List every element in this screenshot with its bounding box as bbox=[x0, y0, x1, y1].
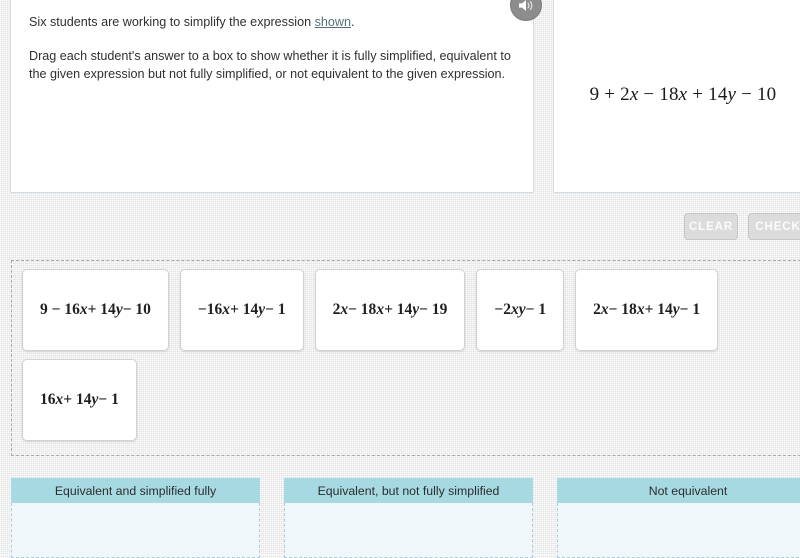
dropzone[interactable]: Equivalent and simplified fully bbox=[11, 478, 260, 558]
answer-tile[interactable]: −2 xy − 1 bbox=[476, 269, 565, 351]
answer-tile-bank: 9 − 16 x + 14 y − 10 −16 x + 14 y − 12x − 18 x… bbox=[11, 260, 800, 456]
speaker-icon bbox=[518, 0, 532, 11]
tile-list: 9 − 16 x + 14 y − 10 −16 x + 14 y − 12x − 18 x… bbox=[22, 269, 800, 441]
dropzone[interactable]: Equivalent, but not fully simplified bbox=[284, 478, 533, 558]
prompt-panel: Six students are working to simplify the… bbox=[10, 0, 534, 193]
answer-tile[interactable]: 2x − 18 x + 14 y − 1 bbox=[575, 269, 719, 351]
answer-tile[interactable]: 2x − 18 x + 14 y − 19 bbox=[314, 269, 466, 351]
prompt-line-2: Drag each student's answer to a box to s… bbox=[29, 49, 511, 81]
dropzone[interactable]: Not equivalent bbox=[557, 478, 800, 558]
top-row: Six students are working to simplify the… bbox=[0, 0, 800, 194]
answer-tile[interactable]: −16 x + 14 y − 1 bbox=[179, 269, 304, 351]
prompt-text-before-link: Six students are working to simplify the… bbox=[29, 15, 315, 29]
dropzone-body[interactable] bbox=[557, 503, 800, 558]
dropzone-row: Equivalent and simplified fully Equivalen… bbox=[11, 478, 800, 558]
expression-panel: 9 + 2x − 18x + 14y − 10 bbox=[553, 0, 800, 193]
answer-tile[interactable]: 9 − 16 x + 14 y − 10 bbox=[22, 269, 169, 351]
prompt-text-after-link: . bbox=[351, 15, 355, 29]
action-button-bar: CLEAR CHECK bbox=[0, 213, 800, 243]
dropzone-title: Not equivalent bbox=[557, 478, 800, 503]
dropzone-body[interactable] bbox=[11, 503, 260, 558]
dropzone-title: Equivalent and simplified fully bbox=[11, 478, 260, 503]
given-expression: 9 + 2x − 18x + 14y − 10 bbox=[589, 83, 777, 105]
dropzone-title: Equivalent, but not fully simplified bbox=[284, 478, 533, 503]
check-button[interactable]: CHECK bbox=[748, 213, 800, 240]
dropzone-body[interactable] bbox=[284, 503, 533, 558]
clear-button[interactable]: CLEAR bbox=[684, 213, 738, 240]
shown-glossary-link[interactable]: shown bbox=[315, 15, 351, 29]
prompt-line-1: Six students are working to simplify the… bbox=[29, 13, 515, 31]
answer-tile[interactable]: 16 x + 14 y − 1 bbox=[22, 359, 137, 441]
